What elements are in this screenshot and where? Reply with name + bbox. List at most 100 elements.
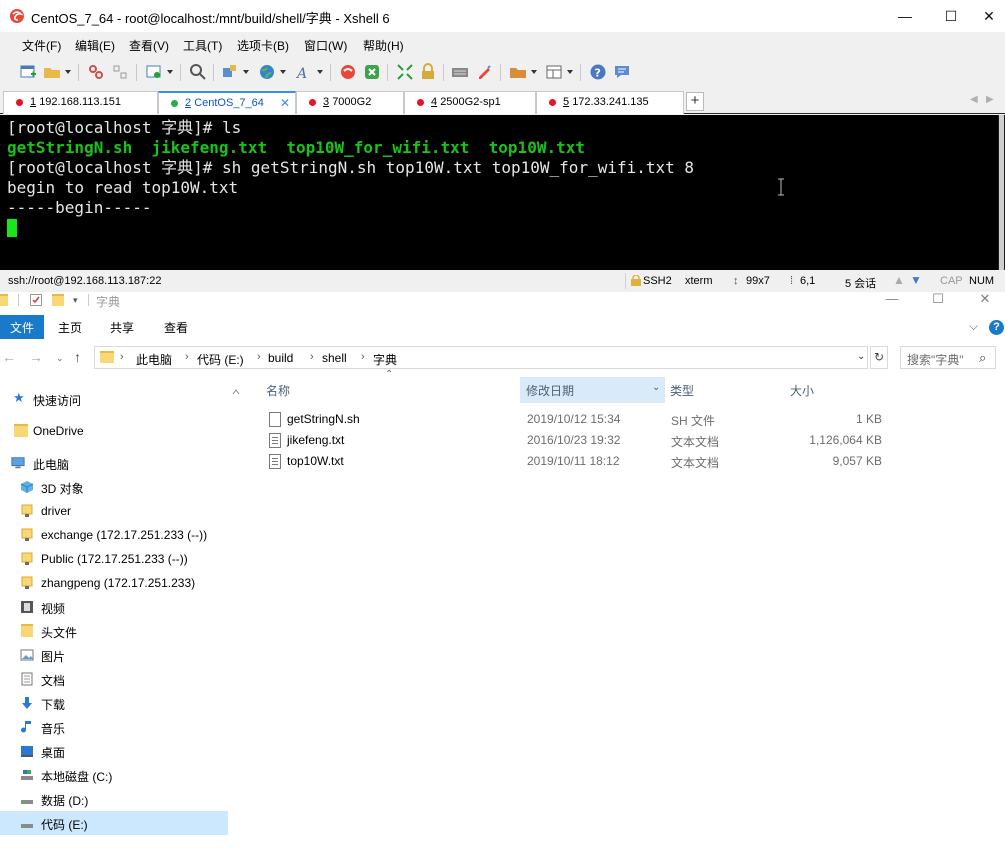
breadcrumb-build[interactable]: build bbox=[268, 351, 293, 365]
tab-scroll-right-icon[interactable]: ▶ bbox=[986, 94, 994, 105]
nav-this-pc[interactable]: 此电脑 bbox=[0, 451, 228, 475]
session-tab-1[interactable]: 1 192.168.113.151 bbox=[3, 91, 158, 114]
menu-window[interactable]: 窗口(W) bbox=[304, 37, 347, 54]
tab-view[interactable]: 查看 bbox=[155, 315, 197, 339]
forward-arrow-icon[interactable]: → bbox=[29, 349, 43, 365]
keyboard-icon[interactable] bbox=[451, 63, 469, 81]
file-row[interactable]: jikefeng.txt 2016/10/23 19:32 文本文档 1,126… bbox=[260, 430, 890, 451]
breadcrumb-this-pc[interactable]: 此电脑 bbox=[136, 351, 172, 368]
terminal-area[interactable]: [root@localhost 字典]# ls getStringN.sh ji… bbox=[0, 115, 1005, 270]
nav-drive-c[interactable]: 本地磁盘 (C:) bbox=[0, 763, 228, 787]
menu-file[interactable]: 文件(F) bbox=[22, 37, 61, 54]
up-arrow-icon[interactable]: ↑ bbox=[74, 349, 81, 365]
maximize-button[interactable]: ☐ bbox=[915, 290, 961, 310]
layout-icon[interactable] bbox=[545, 63, 563, 81]
help-icon[interactable]: ? bbox=[989, 320, 1004, 335]
column-name[interactable]: 名称 bbox=[260, 377, 520, 403]
close-tab-icon[interactable]: ✕ bbox=[280, 96, 290, 110]
chat-icon[interactable] bbox=[613, 63, 631, 81]
minimize-button[interactable]: — bbox=[869, 290, 915, 310]
breadcrumb-drive-e[interactable]: 代码 (E:) bbox=[197, 351, 244, 368]
lock-icon[interactable] bbox=[419, 63, 437, 81]
open-dropdown-icon[interactable] bbox=[65, 70, 71, 74]
chevron-right-icon[interactable]: › bbox=[257, 351, 261, 363]
tab-scroll-left-icon[interactable]: ◀ bbox=[970, 94, 978, 105]
menu-view[interactable]: 查看(V) bbox=[129, 37, 169, 54]
disconnect-icon[interactable] bbox=[87, 63, 105, 81]
chevron-right-icon[interactable]: › bbox=[185, 351, 189, 363]
refresh-button[interactable]: ↻ bbox=[870, 346, 888, 369]
minimize-button[interactable]: — bbox=[882, 0, 928, 32]
chevron-right-icon[interactable]: › bbox=[120, 351, 124, 363]
tab-file[interactable]: 文件 bbox=[0, 315, 44, 339]
address-bar[interactable]: › 此电脑 › 代码 (E:) › build › shell › 字典 bbox=[94, 346, 868, 369]
tab-share[interactable]: 共享 bbox=[101, 315, 143, 339]
nav-exchange[interactable]: exchange (172.17.251.233 (--)) bbox=[0, 523, 228, 547]
nav-header-files[interactable]: 头文件 bbox=[0, 619, 228, 643]
column-date-modified[interactable]: 修改日期 ⌄ bbox=[520, 377, 664, 403]
nav-quick-access[interactable]: ★ 快速访问 bbox=[0, 387, 228, 411]
transfer-icon[interactable] bbox=[221, 63, 239, 81]
fullscreen-icon[interactable] bbox=[396, 63, 414, 81]
breadcrumb-current[interactable]: 字典 bbox=[373, 351, 397, 368]
new-folder-icon[interactable] bbox=[52, 294, 64, 306]
nav-public[interactable]: Public (172.17.251.233 (--)) bbox=[0, 547, 228, 571]
close-button[interactable]: ✕ bbox=[962, 290, 1005, 310]
session-tab-3[interactable]: 3 7000G2 bbox=[296, 91, 404, 114]
scroll-up-icon[interactable] bbox=[232, 389, 240, 395]
globe-dropdown-icon[interactable] bbox=[280, 70, 286, 74]
highlight-pen-icon[interactable] bbox=[475, 63, 493, 81]
xftp-icon[interactable] bbox=[363, 63, 381, 81]
qat-dropdown-icon[interactable]: ▾ bbox=[73, 295, 85, 307]
font-dropdown-icon[interactable] bbox=[317, 70, 323, 74]
menu-tools[interactable]: 工具(T) bbox=[183, 37, 222, 54]
font-icon[interactable]: A bbox=[295, 63, 313, 81]
nav-documents[interactable]: 文档 bbox=[0, 667, 228, 691]
file-row[interactable]: getStringN.sh 2019/10/12 15:34 SH 文件 1 K… bbox=[260, 409, 890, 430]
nav-3d-objects[interactable]: 3D 对象 bbox=[0, 475, 228, 499]
open-folder-icon[interactable] bbox=[43, 63, 61, 81]
maximize-button[interactable]: ☐ bbox=[928, 0, 974, 32]
session-tab-2[interactable]: 2 CentOS_7_64 ✕ bbox=[158, 91, 296, 114]
recent-dropdown-icon[interactable]: ⌄ bbox=[56, 353, 64, 364]
tab-home[interactable]: 主页 bbox=[49, 315, 91, 339]
search-input[interactable]: 搜索"字典" ⌕ bbox=[900, 346, 996, 369]
arrow-down-icon[interactable]: ▼ bbox=[910, 273, 922, 287]
search-icon[interactable] bbox=[189, 63, 207, 81]
expand-ribbon-icon[interactable]: ⌵ bbox=[969, 319, 978, 334]
chevron-right-icon[interactable]: › bbox=[361, 351, 365, 363]
layout-dropdown-icon[interactable] bbox=[567, 70, 573, 74]
properties-icon[interactable] bbox=[145, 63, 163, 81]
breadcrumb-shell[interactable]: shell bbox=[322, 351, 347, 365]
nav-music[interactable]: 音乐 bbox=[0, 715, 228, 739]
terminal-scrollbar[interactable] bbox=[998, 115, 1005, 270]
nav-videos[interactable]: 视频 bbox=[0, 595, 228, 619]
nav-drive-d[interactable]: 数据 (D:) bbox=[0, 787, 228, 811]
nav-onedrive[interactable]: OneDrive bbox=[0, 419, 228, 443]
session-tab-5[interactable]: 5 172.33.241.135 bbox=[536, 91, 684, 114]
menu-tabs[interactable]: 选项卡(B) bbox=[237, 37, 289, 54]
back-arrow-icon[interactable]: ← bbox=[2, 349, 16, 365]
properties-check-icon[interactable] bbox=[30, 294, 42, 306]
chevron-right-icon[interactable]: › bbox=[310, 351, 314, 363]
address-dropdown-icon[interactable]: ⌄ bbox=[857, 351, 865, 362]
xshell-red-icon[interactable] bbox=[339, 63, 357, 81]
properties-dropdown-icon[interactable] bbox=[167, 70, 173, 74]
new-session-icon[interactable] bbox=[19, 63, 37, 81]
transfer-dropdown-icon[interactable] bbox=[243, 70, 249, 74]
menu-help[interactable]: 帮助(H) bbox=[363, 37, 404, 54]
close-button[interactable]: ✕ bbox=[973, 0, 1005, 32]
help-icon[interactable]: ? bbox=[589, 63, 607, 81]
column-size[interactable]: 大小 bbox=[784, 377, 894, 403]
column-type[interactable]: 类型 bbox=[664, 377, 784, 403]
reconnect-icon[interactable] bbox=[111, 63, 129, 81]
add-tab-button[interactable]: + bbox=[686, 92, 704, 111]
column-dropdown-icon[interactable]: ⌄ bbox=[652, 382, 660, 393]
add-to-folder-icon[interactable] bbox=[509, 63, 527, 81]
nav-driver[interactable]: driver bbox=[0, 499, 228, 523]
add-folder-dropdown-icon[interactable] bbox=[531, 70, 537, 74]
file-row[interactable]: top10W.txt 2019/10/11 18:12 文本文档 9,057 K… bbox=[260, 451, 890, 472]
globe-icon[interactable] bbox=[258, 63, 276, 81]
nav-drive-e[interactable]: 代码 (E:) bbox=[0, 811, 228, 835]
menu-edit[interactable]: 编辑(E) bbox=[75, 37, 115, 54]
